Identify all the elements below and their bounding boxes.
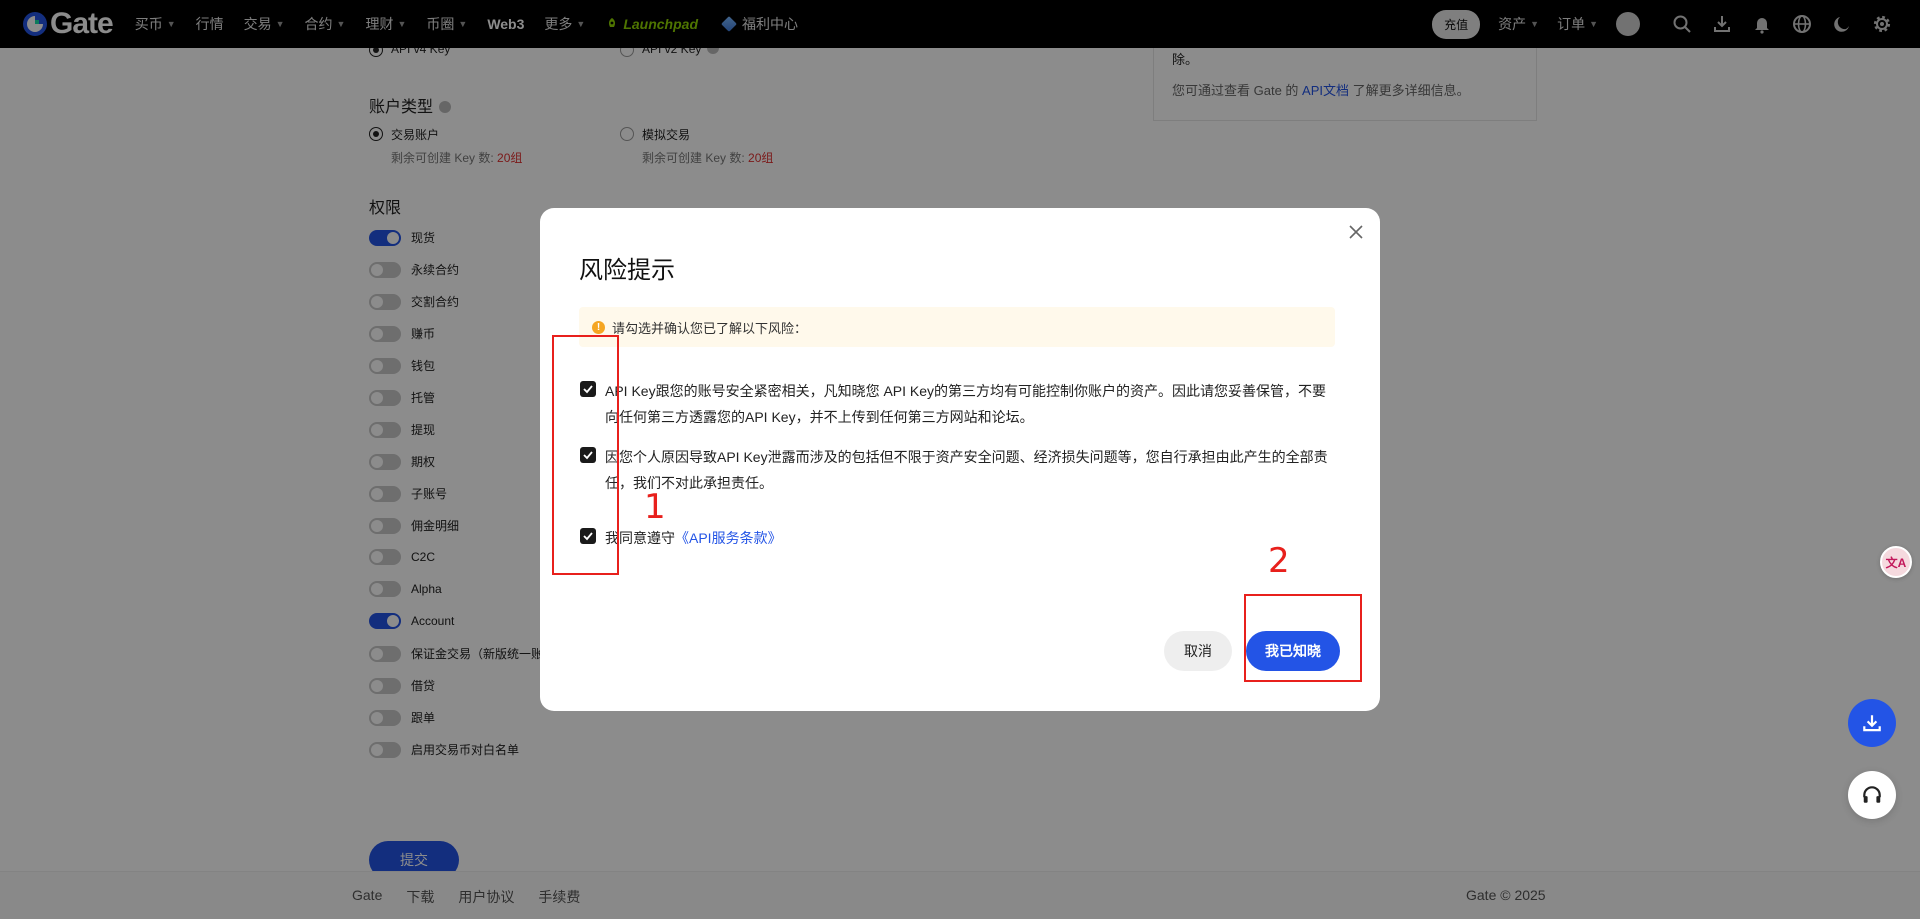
annotation-label-2: 2 <box>1268 541 1290 581</box>
modal-title: 风险提示 <box>579 257 675 284</box>
risk-item-1: API Key跟您的账号安全紧密相关，凡知晓您 API Key的第三方均有可能控… <box>580 378 1340 430</box>
annotation-label-1: 1 <box>644 487 666 527</box>
close-icon[interactable] <box>1346 222 1366 242</box>
risk-item-2-text: 因您个人原因导致API Key泄露而涉及的包括但不限于资产安全问题、经济损失问题… <box>605 449 1328 491</box>
notice-text: 请勾选并确认您已了解以下风险： <box>612 320 808 336</box>
download-app-button[interactable] <box>1848 699 1896 747</box>
agree-terms-item: 我同意遵守《API服务条款》 <box>580 525 1340 551</box>
api-terms-link[interactable]: 《API服务条款》 <box>675 530 782 546</box>
agree-terms-text: 我同意遵守《API服务条款》 <box>605 525 782 551</box>
annotation-box-1 <box>552 335 619 575</box>
translate-icon[interactable]: 文A <box>1880 546 1912 578</box>
headset-icon <box>1863 786 1881 803</box>
download-icon <box>1863 715 1881 732</box>
risk-item-1-text: API Key跟您的账号安全紧密相关，凡知晓您 API Key的第三方均有可能控… <box>605 383 1327 425</box>
annotation-box-2 <box>1244 594 1362 682</box>
warning-icon: ! <box>592 320 605 334</box>
cancel-button[interactable]: 取消 <box>1164 631 1232 671</box>
notice-bar: ! 请勾选并确认您已了解以下风险： <box>579 307 1335 347</box>
customer-service-button[interactable] <box>1848 771 1896 819</box>
risk-item-2: 因您个人原因导致API Key泄露而涉及的包括但不限于资产安全问题、经济损失问题… <box>580 444 1340 496</box>
